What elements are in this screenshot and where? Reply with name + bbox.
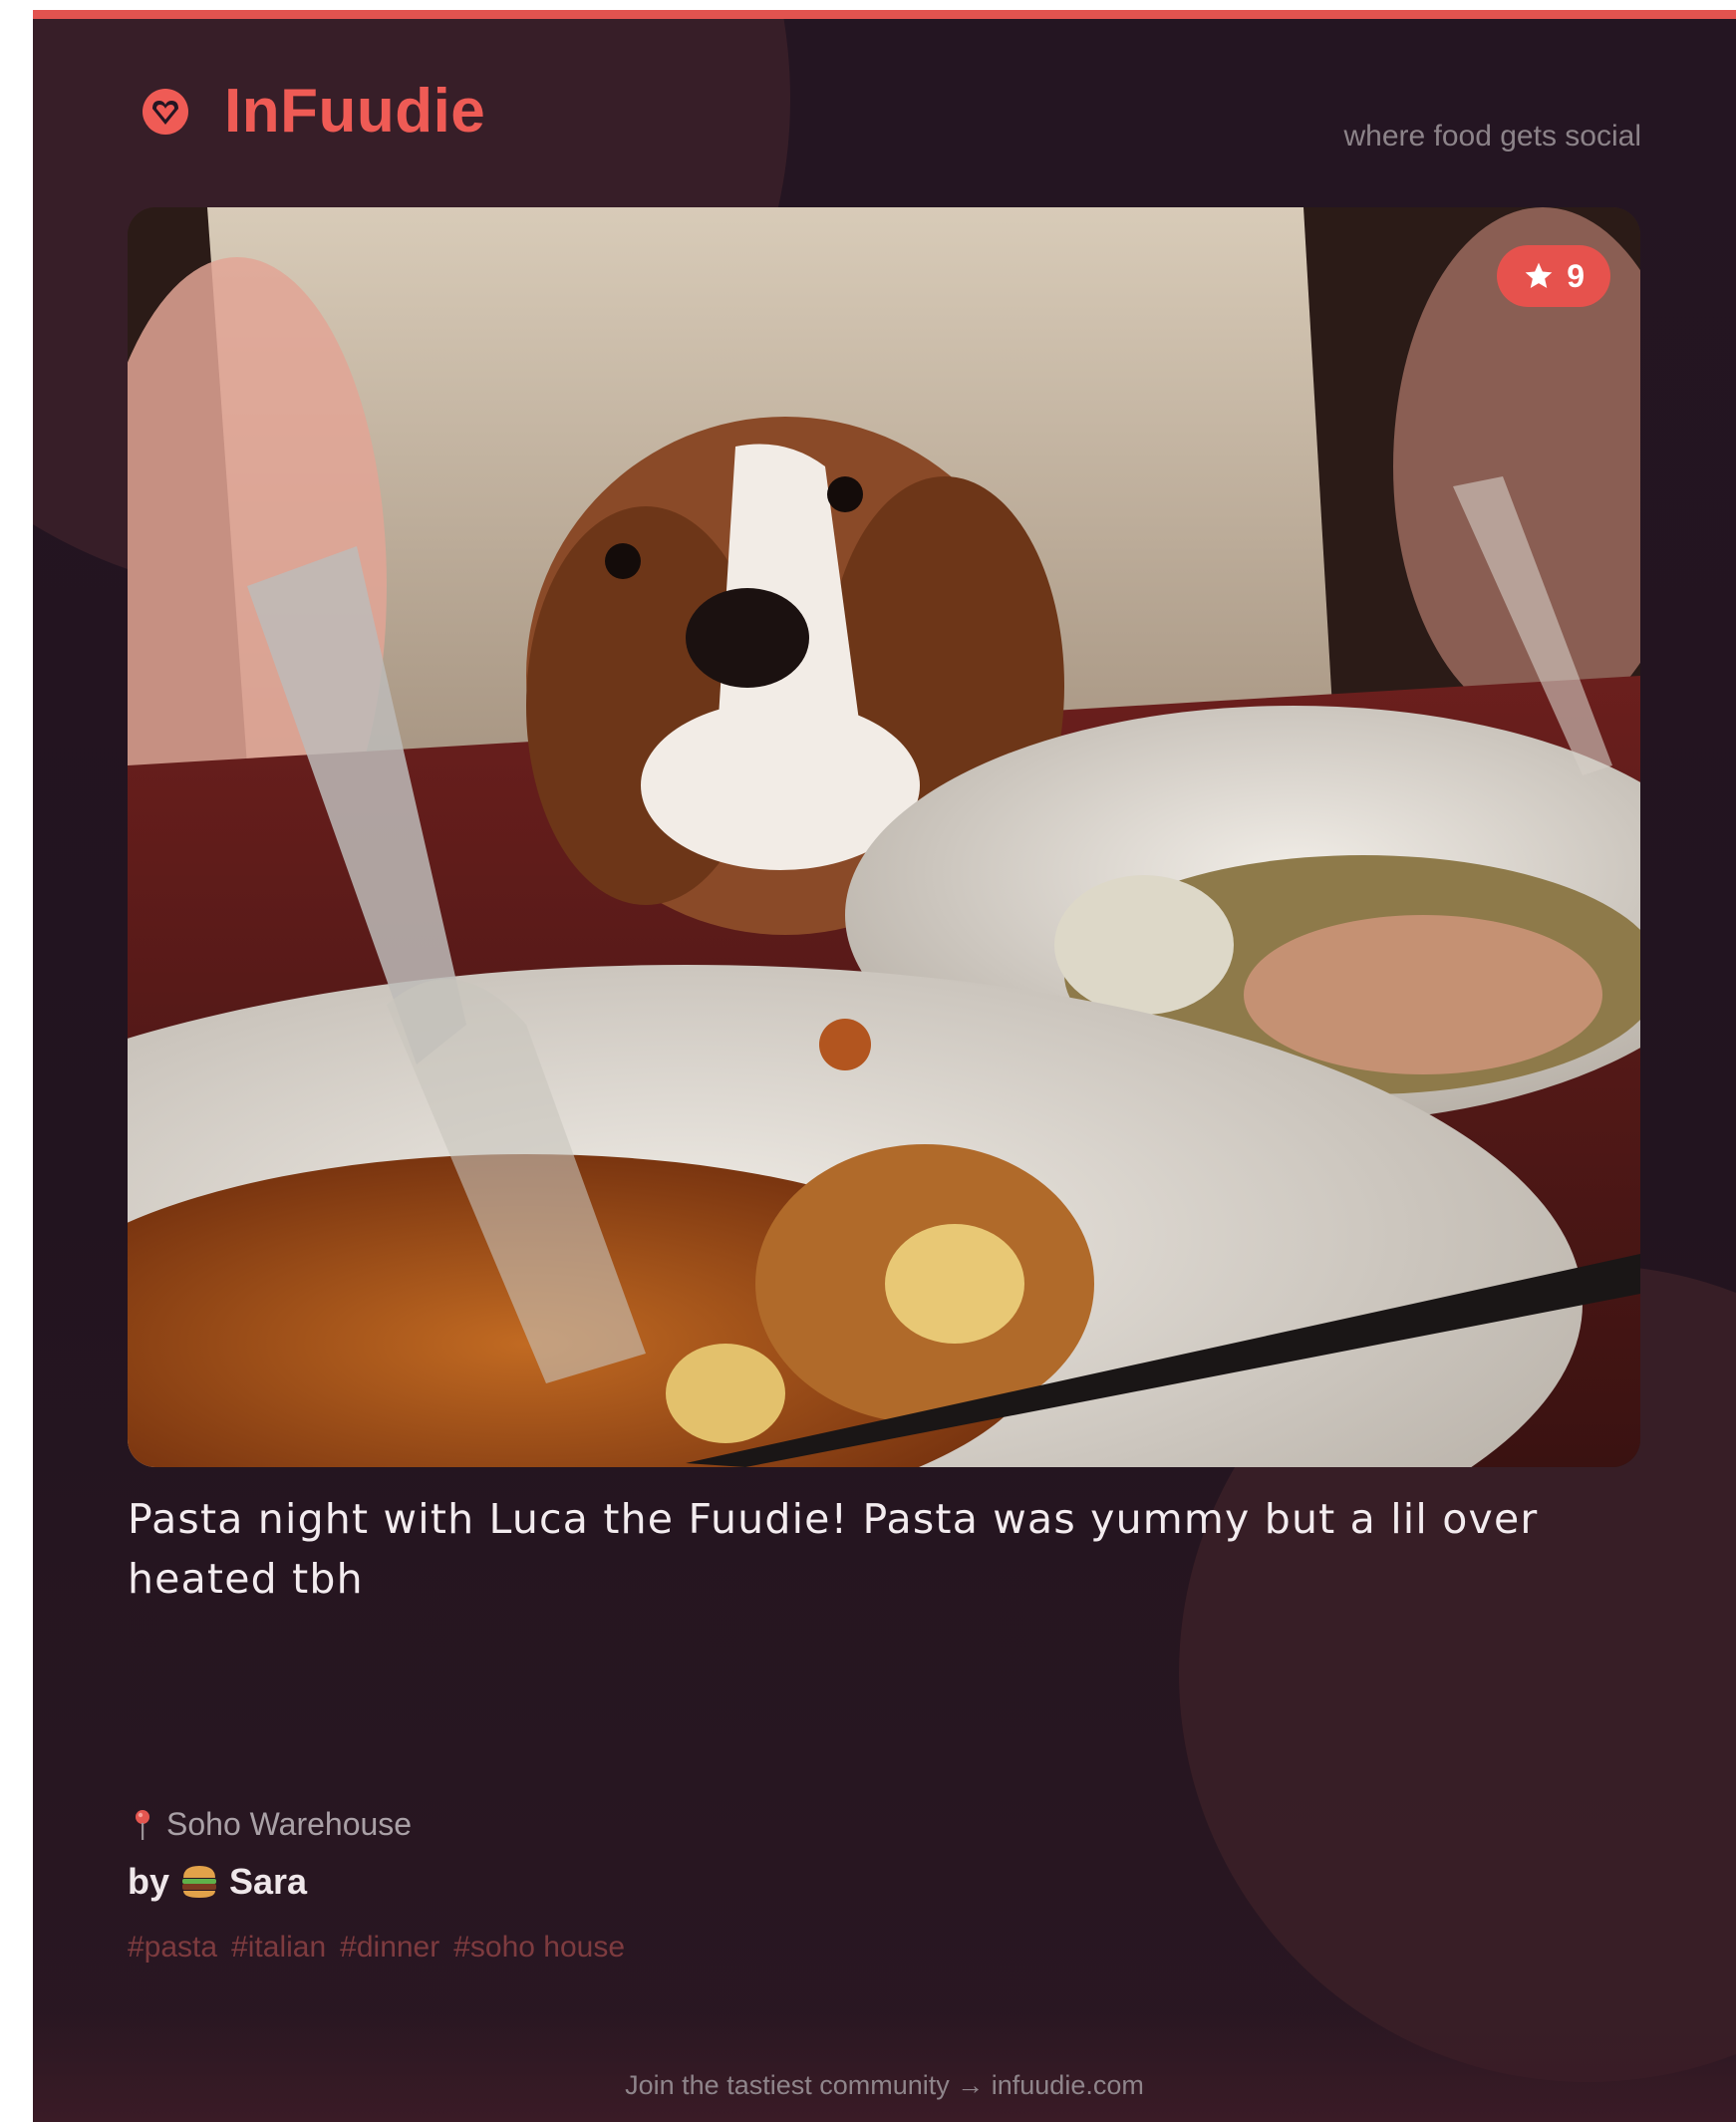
tag-italian[interactable]: #italian [231,1931,326,1965]
footer-text[interactable]: Join the tastiest community → infuudie.c… [625,2070,1144,2100]
star-icon [1525,262,1553,288]
map-pin-icon [136,1809,149,1840]
post-photo[interactable]: 9 [128,207,1640,1467]
post-location[interactable]: Soho Warehouse [131,1806,412,1843]
tag-pasta[interactable]: #pasta [128,1931,217,1965]
brand-name: InFuudie [224,77,486,146]
footer-cta[interactable]: Join the tastiest community → infuudie.c… [33,2070,1736,2101]
tag-dinner[interactable]: #dinner [340,1931,439,1965]
post-photo-illustration [128,207,1640,1467]
post-tags: #pasta #italian #dinner #soho house [128,1931,625,1965]
brand-tagline: where food gets social [1343,120,1641,152]
location-name: Soho Warehouse [166,1806,413,1842]
author-prefix: by [128,1861,170,1902]
heart-badge-icon [143,89,188,135]
rating-value: 9 [1567,257,1585,294]
post-author[interactable]: by Sara [128,1861,307,1903]
tag-soho-house[interactable]: #soho house [453,1931,625,1965]
brand-header[interactable]: InFuudie [141,81,485,143]
footer-glow [33,2012,1736,2122]
post-share-card: InFuudie where food gets social 9 Pasta … [33,10,1736,2122]
author-name: Sara [229,1861,308,1902]
burger-icon [182,1866,217,1898]
post-caption: Pasta night with Luca the Fuudie! Pasta … [128,1495,1539,1603]
rating-badge: 9 [1497,245,1610,307]
